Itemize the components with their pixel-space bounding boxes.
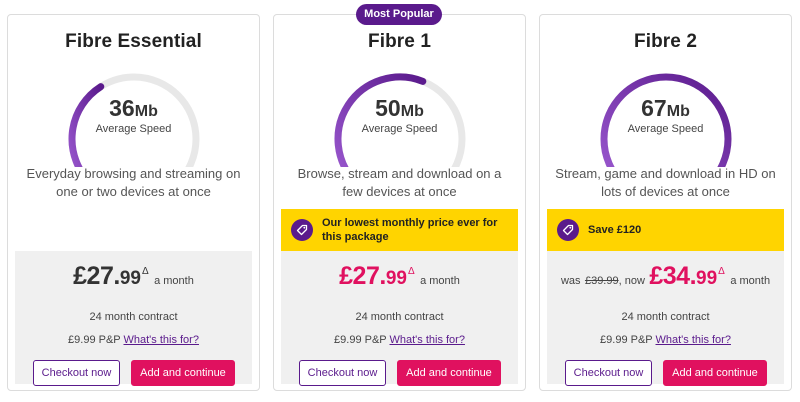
price-pence: 99 [696,268,718,289]
checkout-now-button[interactable]: Checkout now [33,360,120,386]
postage-info: £9.99 P&P What's this for? [547,334,784,346]
plan-title: Fibre 1 [368,31,431,52]
speed-value: 67Mb [540,95,791,122]
average-speed-label: Average Speed [361,123,438,135]
per-month-label: a month [730,275,771,287]
price-change-symbol: Δ [407,266,415,277]
checkout-now-button[interactable]: Checkout now [565,360,652,386]
whats-this-for-link[interactable]: What's this for? [390,334,465,346]
speed-value: 36Mb [8,95,259,122]
price-panel: £27.99Δ a month 24 month contract £9.99 … [15,251,252,386]
was-price: £39.99 [584,275,619,287]
whats-this-for-link[interactable]: What's this for? [124,334,199,346]
offer-text: Our lowest monthly price ever for this p… [322,217,498,243]
price-pence: 99 [119,268,141,289]
speed-number: 36 [109,95,135,121]
price-pounds: £34. [649,262,697,290]
was-label: was [560,275,581,287]
price-line: £27.99Δ a month [281,262,518,291]
speed-unit: Mb [134,103,158,120]
price-pounds: £27. [339,262,386,290]
postage-info: £9.99 P&P What's this for? [15,334,252,346]
offer-text: Save £120 [588,224,642,236]
postage-info: £9.99 P&P What's this for? [281,334,518,346]
add-and-continue-button[interactable]: Add and continue [131,360,235,386]
plan-description: Stream, game and download in HD on lots … [555,166,776,199]
plan-title: Fibre 2 [634,31,697,52]
postage-price: £9.99 P&P [600,334,653,346]
checkout-now-button[interactable]: Checkout now [299,360,386,386]
price-pence: 99 [385,268,407,289]
plan-description: Everyday browsing and streaming on one o… [26,166,241,199]
price-line: was £39.99, now £34.99Δ a month [547,262,784,291]
contract-length: 24 month contract [89,311,178,323]
plan-card-fibre-2: Fibre 2 67Mb Average Speed Stream, game … [539,14,792,391]
average-speed-label: Average Speed [95,123,172,135]
speed-unit: Mb [400,103,424,120]
postage-price: £9.99 P&P [68,334,121,346]
offer-banner: Save £120 [547,209,784,251]
price-panel: was £39.99, now £34.99Δ a month 24 month… [547,251,784,386]
gauge-fill [600,73,732,167]
plan-title: Fibre Essential [65,31,202,52]
now-label: , now [618,275,645,287]
offer-banner: Our lowest monthly price ever for this p… [281,209,518,251]
price-change-symbol: Δ [141,266,149,277]
speed-value: 50Mb [274,95,525,122]
plan-description: Browse, stream and download on a few dev… [297,166,502,199]
whats-this-for-link[interactable]: What's this for? [656,334,731,346]
add-and-continue-button[interactable]: Add and continue [397,360,501,386]
contract-length: 24 month contract [621,311,710,323]
price-change-symbol: Δ [718,266,725,277]
speed-number: 67 [641,95,667,121]
contract-length: 24 month contract [355,311,444,323]
speed-unit: Mb [666,103,690,120]
price-pounds: £27. [73,262,120,290]
price-panel: £27.99Δ a month 24 month contract £9.99 … [281,251,518,386]
speed-number: 50 [375,95,401,121]
price-tag-icon [557,219,579,241]
plan-card-fibre-essential: Fibre Essential 36Mb Average Speed Every… [7,14,260,391]
average-speed-label: Average Speed [627,123,704,135]
price-tag-icon [291,219,313,241]
per-month-label: a month [420,275,460,287]
postage-price: £9.99 P&P [334,334,387,346]
add-and-continue-button[interactable]: Add and continue [663,360,767,386]
most-popular-badge: Most Popular [356,4,442,25]
gauge-fill [334,73,427,167]
plan-card-fibre-1: Fibre 1 50Mb Average Speed Browse, strea… [273,14,526,391]
per-month-label: a month [154,275,194,287]
price-line: £27.99Δ a month [15,262,252,291]
